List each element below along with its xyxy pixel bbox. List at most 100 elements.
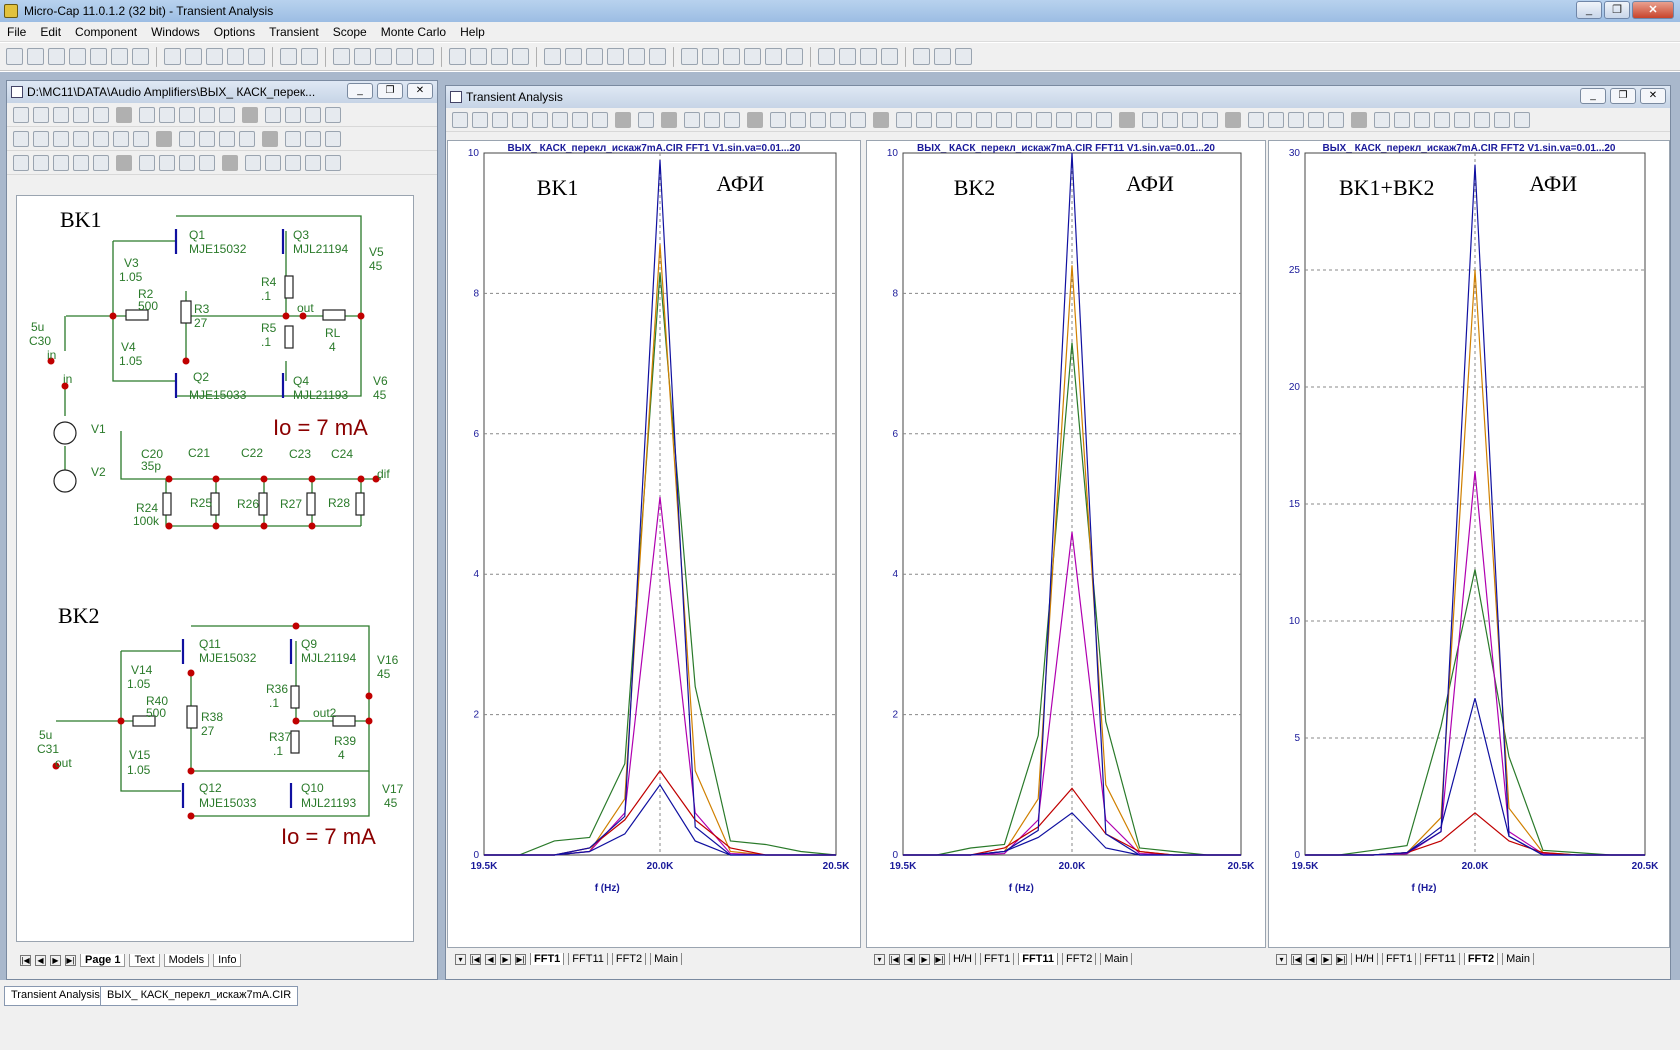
toolbar-button[interactable] xyxy=(185,48,202,65)
toolbar-button[interactable] xyxy=(491,48,508,65)
toolbar-button[interactable] xyxy=(305,154,321,171)
toolbar-button[interactable] xyxy=(13,106,29,123)
pane-nav-arrow[interactable]: ▶| xyxy=(515,953,526,965)
toolbar-button[interactable] xyxy=(934,48,951,65)
toolbar-button[interactable] xyxy=(1328,111,1344,128)
toolbar-button[interactable] xyxy=(572,111,588,128)
toolbar-button[interactable] xyxy=(565,48,582,65)
toolbar-button[interactable] xyxy=(790,111,806,128)
toolbar-button[interactable] xyxy=(896,111,912,128)
toolbar-button[interactable] xyxy=(285,154,301,171)
tab-fft2[interactable]: FFT2 xyxy=(611,953,647,965)
toolbar-button[interactable] xyxy=(417,48,434,65)
menu-transient[interactable]: Transient xyxy=(262,25,326,39)
toolbar-button[interactable] xyxy=(607,48,624,65)
menu-edit[interactable]: Edit xyxy=(33,25,68,39)
toolbar-button[interactable] xyxy=(159,154,175,171)
toolbar-button[interactable] xyxy=(93,106,109,123)
menu-help[interactable]: Help xyxy=(453,25,492,39)
pane-nav-arrow[interactable]: |◀ xyxy=(470,953,481,965)
toolbar-button[interactable] xyxy=(955,48,972,65)
tab-fft1[interactable]: FFT1 xyxy=(979,953,1015,965)
toolbar-button[interactable] xyxy=(1056,111,1072,128)
tab-main[interactable]: Main xyxy=(1502,953,1534,965)
pane-nav-arrow[interactable]: |◀ xyxy=(1291,953,1302,965)
taskbar-tab-transient[interactable]: Transient Analysis xyxy=(4,986,107,1006)
toolbar-button[interactable] xyxy=(552,111,568,128)
toolbar-button[interactable] xyxy=(265,154,281,171)
toolbar-button[interactable] xyxy=(325,106,341,123)
tab-h-h[interactable]: H/H xyxy=(1351,953,1378,965)
toolbar-button[interactable] xyxy=(219,130,235,147)
schematic-close-button[interactable]: ✕ xyxy=(407,83,433,99)
pane-nav-arrow[interactable]: ▶ xyxy=(500,953,511,965)
toolbar-button[interactable] xyxy=(133,130,149,147)
toolbar-button[interactable] xyxy=(1268,111,1284,128)
toolbar-button[interactable] xyxy=(830,111,846,128)
toolbar-button[interactable] xyxy=(1076,111,1092,128)
toolbar-button[interactable] xyxy=(638,111,654,128)
toolbar-button[interactable] xyxy=(53,154,69,171)
toolbar-button[interactable] xyxy=(996,111,1012,128)
toolbar-button[interactable] xyxy=(1434,111,1450,128)
toolbar-button[interactable] xyxy=(90,48,107,65)
toolbar-button[interactable] xyxy=(305,130,321,147)
minimize-button[interactable]: _ xyxy=(1576,1,1602,19)
tab-models[interactable]: Models xyxy=(163,953,210,967)
toolbar-button[interactable] xyxy=(1394,111,1410,128)
pane-nav-arrow[interactable]: ▶ xyxy=(919,953,930,965)
toolbar-button[interactable] xyxy=(1474,111,1490,128)
pane-nav-arrow[interactable]: |◀ xyxy=(889,953,900,965)
toolbar-button[interactable] xyxy=(839,48,856,65)
toolbar-button[interactable] xyxy=(649,48,666,65)
toolbar-button[interactable] xyxy=(111,48,128,65)
tab-fft2[interactable]: FFT2 xyxy=(1062,953,1097,965)
toolbar-button[interactable] xyxy=(628,48,645,65)
menu-options[interactable]: Options xyxy=(207,25,262,39)
pane-nav-arrow[interactable]: ▶| xyxy=(1336,953,1347,965)
toolbar-button[interactable] xyxy=(913,48,930,65)
menu-scope[interactable]: Scope xyxy=(326,25,374,39)
toolbar-button[interactable] xyxy=(325,130,341,147)
toolbar-button[interactable] xyxy=(248,48,265,65)
toolbar-button[interactable] xyxy=(452,111,468,128)
plot-pane-fft2[interactable]: ВЫХ_ КАСК_перекл_искаж7mA.CIR FFT2 V1.si… xyxy=(1268,140,1670,948)
transient-minimize-button[interactable]: _ xyxy=(1580,88,1606,104)
toolbar-button[interactable] xyxy=(285,106,301,123)
tab-text[interactable]: Text xyxy=(129,953,160,967)
schematic-minimize-button[interactable]: _ xyxy=(347,83,373,99)
transient-restore-button[interactable]: ❐ xyxy=(1610,88,1636,104)
toolbar-button[interactable] xyxy=(333,48,350,65)
toolbar-button[interactable] xyxy=(325,154,341,171)
toolbar-button[interactable] xyxy=(33,154,49,171)
toolbar-button[interactable] xyxy=(850,111,866,128)
toolbar-button[interactable] xyxy=(179,130,195,147)
toolbar-button[interactable] xyxy=(704,111,720,128)
pane-nav-arrow[interactable]: ◀ xyxy=(904,953,915,965)
toolbar-button[interactable] xyxy=(976,111,992,128)
pane-nav-arrow[interactable]: ▶| xyxy=(934,953,945,965)
toolbar-button[interactable] xyxy=(179,154,195,171)
toolbar-button[interactable] xyxy=(1514,111,1530,128)
toolbar-button[interactable] xyxy=(245,154,261,171)
toolbar-button[interactable] xyxy=(53,106,69,123)
toolbar-button[interactable] xyxy=(48,48,65,65)
close-button[interactable]: ✕ xyxy=(1632,1,1674,19)
toolbar-button[interactable] xyxy=(69,48,86,65)
toolbar-button[interactable] xyxy=(375,48,392,65)
next-page-arrow[interactable]: ▶ xyxy=(50,954,61,966)
toolbar-button[interactable] xyxy=(159,106,175,123)
toolbar-button[interactable] xyxy=(681,48,698,65)
pane-nav-arrow[interactable]: ▾ xyxy=(1276,953,1287,965)
menu-windows[interactable]: Windows xyxy=(144,25,207,39)
toolbar-button[interactable] xyxy=(586,48,603,65)
menu-component[interactable]: Component xyxy=(68,25,144,39)
first-page-arrow[interactable]: |◀ xyxy=(20,954,31,966)
toolbar-button[interactable] xyxy=(1308,111,1324,128)
toolbar-button[interactable] xyxy=(164,48,181,65)
toolbar-button[interactable] xyxy=(206,48,223,65)
tab-fft11[interactable]: FFT11 xyxy=(1018,953,1059,965)
tab-main[interactable]: Main xyxy=(650,953,682,965)
transient-close-button[interactable]: ✕ xyxy=(1640,88,1666,104)
toolbar-button[interactable] xyxy=(280,48,297,65)
